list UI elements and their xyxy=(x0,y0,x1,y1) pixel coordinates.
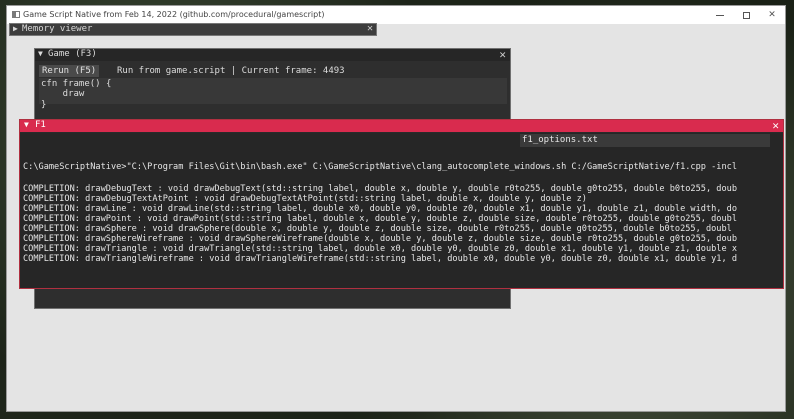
code-editor[interactable]: cfn frame() { draw } xyxy=(39,78,507,110)
expanded-arrow-icon[interactable]: ▼ xyxy=(24,120,29,129)
window-title: Game Script Native from Feb 14, 2022 (gi… xyxy=(23,10,325,19)
f1-window-title: F1 xyxy=(35,120,46,130)
completion-line: COMPLETION: drawDebugText : void drawDeb… xyxy=(23,184,737,194)
completion-line: COMPLETION: drawPoint : void drawPoint(s… xyxy=(23,214,737,224)
code-line: cfn frame() { xyxy=(41,79,112,89)
game-window-close-icon[interactable]: ✕ xyxy=(499,48,506,61)
code-line: draw xyxy=(41,89,85,99)
f1-window-header[interactable]: ▼ F1 ✕ xyxy=(20,119,783,132)
code-line: } xyxy=(41,100,47,110)
app-window: Game Script Native from Feb 14, 2022 (gi… xyxy=(6,5,786,412)
completion-line: COMPLETION: drawTriangleWireframe : void… xyxy=(23,254,737,264)
minimize-icon xyxy=(716,14,724,16)
completion-line: COMPLETION: drawSphere : void drawSphere… xyxy=(23,224,732,234)
memory-viewer-title: Memory viewer xyxy=(22,24,93,34)
completion-line: COMPLETION: drawTriangle : void drawTria… xyxy=(23,244,737,254)
tab-f1-options[interactable]: f1_options.txt xyxy=(520,134,770,147)
app-icon xyxy=(12,11,20,18)
frame-info-text: Run from game.script | Current frame: 44… xyxy=(117,66,345,76)
completion-line: COMPLETION: drawLine : void drawLine(std… xyxy=(23,204,737,214)
completion-list: COMPLETION: drawDebugText : void drawDeb… xyxy=(23,184,737,264)
maximize-button[interactable] xyxy=(733,6,759,24)
f1-window: ▼ F1 ✕ f1_options.txt C:\GameScriptNativ… xyxy=(19,119,784,289)
minimize-button[interactable] xyxy=(707,6,733,24)
game-window-title: Game (F3) xyxy=(48,49,97,59)
memory-viewer-close-icon[interactable]: ✕ xyxy=(367,23,373,34)
command-line-text: C:\GameScriptNative>"C:\Program Files\Gi… xyxy=(23,162,737,172)
collapsed-arrow-icon[interactable]: ▶ xyxy=(13,24,18,33)
f1-tab-bar: f1_options.txt xyxy=(20,133,783,148)
close-window-button[interactable]: ✕ xyxy=(759,6,785,24)
window-titlebar[interactable]: Game Script Native from Feb 14, 2022 (gi… xyxy=(7,6,785,24)
f1-output-panel[interactable]: C:\GameScriptNative>"C:\Program Files\Gi… xyxy=(20,148,783,288)
game-window-header[interactable]: ▼ Game (F3) ✕ xyxy=(35,48,510,61)
completion-line: COMPLETION: drawSphereWireframe : void d… xyxy=(23,234,737,244)
maximize-icon xyxy=(742,11,750,19)
completion-line: COMPLETION: drawDebugTextAtPoint : void … xyxy=(23,194,587,204)
expanded-arrow-icon[interactable]: ▼ xyxy=(38,49,43,58)
f1-window-close-icon[interactable]: ✕ xyxy=(772,119,779,132)
memory-viewer-header[interactable]: ▶ Memory viewer ✕ xyxy=(9,23,377,36)
rerun-button[interactable]: Rerun (F5) xyxy=(39,65,100,77)
